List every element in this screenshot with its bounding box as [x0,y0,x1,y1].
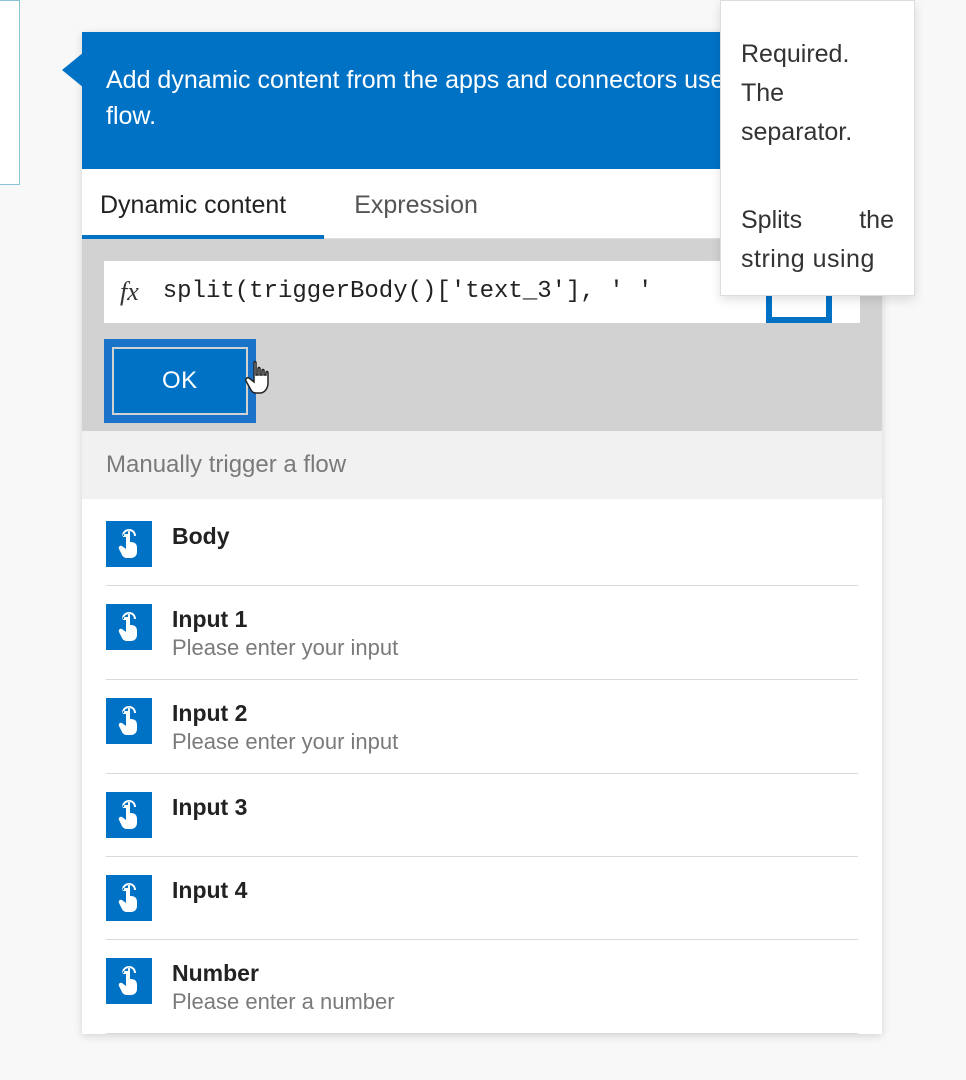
trigger-icon [106,521,152,567]
list-item[interactable]: Input 4 [106,857,858,940]
item-desc: Please enter your input [172,635,398,661]
list-item[interactable]: Number Please enter a number [106,940,858,1034]
list-item[interactable]: Input 3 [106,774,858,857]
tooltip-required: Required. The separator. [741,35,894,151]
trigger-icon [106,875,152,921]
trigger-icon [106,792,152,838]
list-item[interactable]: Body [106,499,858,586]
tooltip-description-line2: string using [741,240,894,279]
section-header: Manually trigger a flow [82,431,882,499]
parameter-tooltip: Required. The separator. Splits the stri… [720,0,915,296]
tab-expression[interactable]: Expression [354,169,506,238]
dynamic-content-list: Body Input 1 Please enter your input Inp… [82,499,882,1034]
item-desc: Please enter a number [172,989,395,1015]
trigger-icon [106,958,152,1004]
left-card-edge [0,0,20,185]
item-title: Input 2 [172,700,398,727]
ok-button-highlight: OK [104,339,256,423]
trigger-icon [106,604,152,650]
cursor-hand-icon [242,359,274,397]
item-desc: Please enter your input [172,729,398,755]
item-title: Number [172,960,395,987]
item-title: Input 4 [172,877,247,904]
list-item[interactable]: Input 1 Please enter your input [106,586,858,680]
callout-arrow-icon [62,52,84,88]
item-title: Input 1 [172,606,398,633]
list-item[interactable]: Input 2 Please enter your input [106,680,858,774]
fx-icon: fx [120,277,139,307]
item-title: Body [172,523,230,550]
tooltip-description-line: Splits the [741,201,894,240]
trigger-icon [106,698,152,744]
tab-dynamic-content[interactable]: Dynamic content [100,169,314,238]
ok-button[interactable]: OK [114,349,246,413]
item-title: Input 3 [172,794,247,821]
expression-text: split(triggerBody()['text_3'], ' ' [163,278,653,305]
